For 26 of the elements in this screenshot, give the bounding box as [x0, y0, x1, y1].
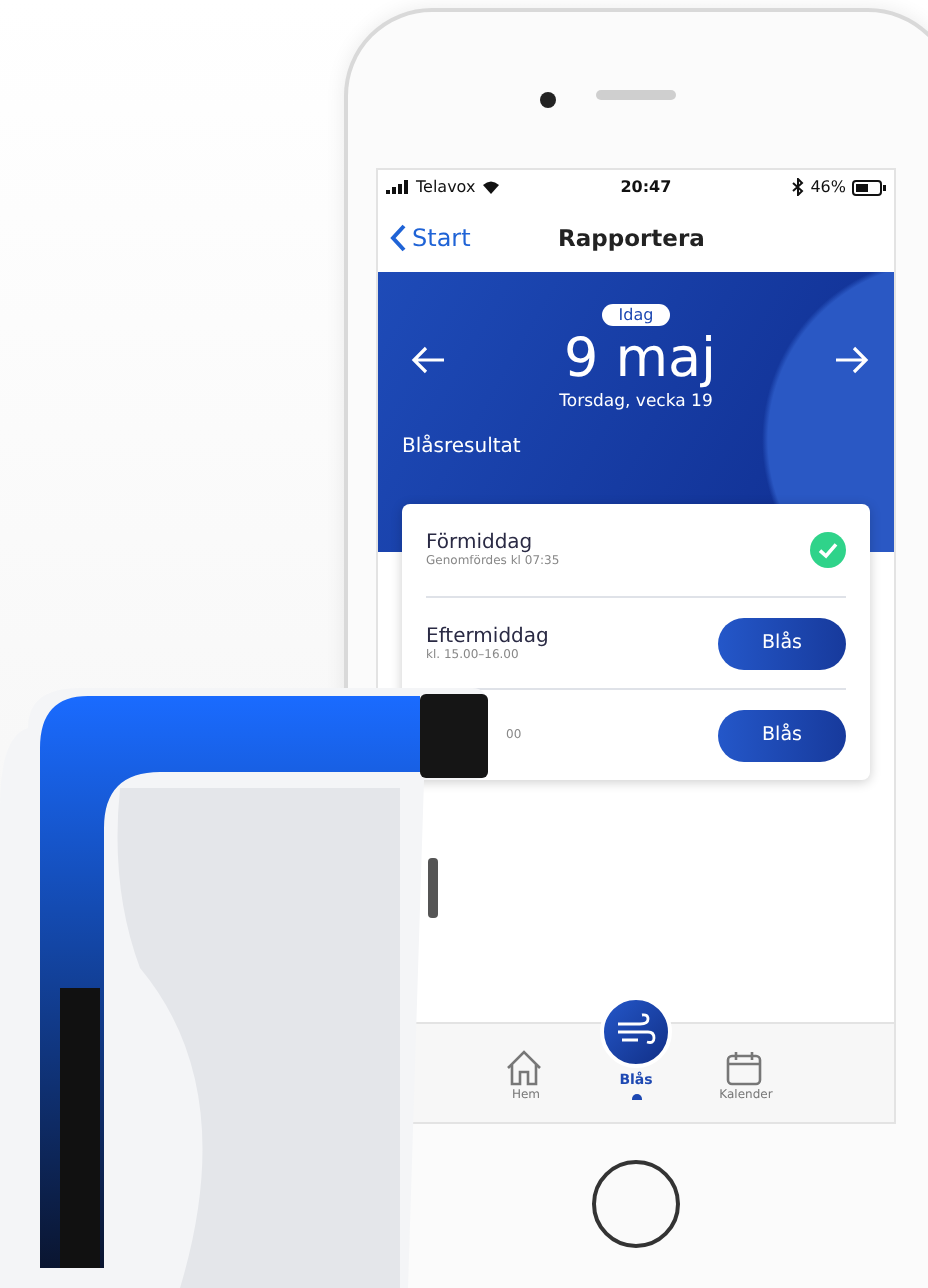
carrier-name: Telavox	[416, 178, 476, 196]
back-link[interactable]: Start	[390, 224, 471, 252]
home-button[interactable]	[592, 1160, 680, 1248]
section-label: Blåsresultat	[402, 436, 521, 458]
result-title: Förmiddag	[426, 532, 535, 554]
wifi-icon	[481, 180, 500, 194]
today-badge: Idag	[602, 304, 670, 326]
speaker-slot	[596, 90, 676, 100]
back-chevron-icon	[390, 224, 406, 252]
blow-button[interactable]: Blås	[718, 617, 846, 669]
camera-lens	[540, 92, 556, 108]
battery-percent: 46%	[810, 178, 846, 196]
screen-title: Rapportera	[558, 224, 705, 252]
arrow-right-icon	[833, 346, 870, 374]
result-title: Eftermiddag	[426, 625, 549, 647]
date-subtitle: Torsdag, vecka 19	[559, 392, 713, 412]
battery-icon	[851, 179, 886, 195]
previous-day-button[interactable]	[410, 346, 446, 374]
signal-icon	[386, 180, 410, 194]
check-circle-icon	[810, 532, 846, 568]
date-heading: 9 maj	[563, 326, 717, 393]
blow-button[interactable]: Blås	[718, 709, 846, 761]
bluetooth-icon	[792, 178, 805, 196]
status-time: 20:47	[620, 178, 672, 196]
arrow-left-icon	[410, 346, 446, 374]
next-day-button[interactable]	[833, 346, 870, 374]
